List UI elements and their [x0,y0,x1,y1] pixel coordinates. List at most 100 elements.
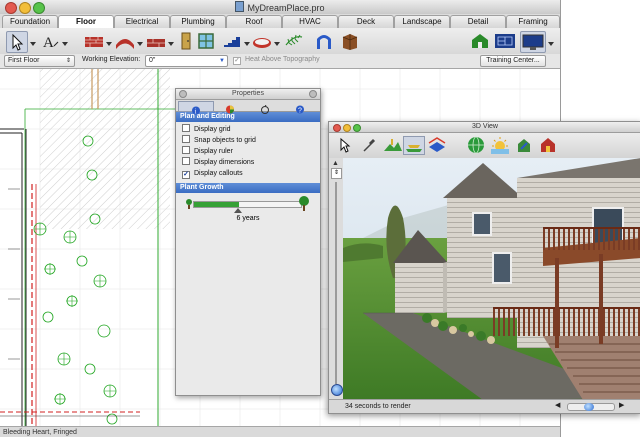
layers-icon[interactable] [427,137,447,153]
tab-floor[interactable]: Floor [58,15,114,28]
camera-icon[interactable] [515,136,533,154]
monitor-icon [522,34,544,50]
properties-title: Properties [232,90,264,97]
house-rendering [343,158,640,400]
palette-close-icon[interactable] [179,90,187,98]
door-tool[interactable] [176,31,196,51]
text-tool[interactable]: A [40,31,60,51]
tab-label: Electrical [125,17,159,26]
select-arrow-tool[interactable] [6,31,28,53]
wall-tool[interactable] [84,31,104,51]
wall-segment-tool[interactable] [146,31,166,51]
chevron-down-icon[interactable] [106,42,112,46]
3d-minimize-button[interactable] [343,124,351,132]
tab-electrical[interactable]: Electrical [114,15,170,28]
tab-info[interactable]: i [178,101,214,116]
tab-framing[interactable]: Framing [506,15,560,28]
tab-help[interactable]: ? [283,101,317,115]
speed-stepper[interactable]: ⇕ [331,168,342,179]
plant-tool[interactable] [284,31,304,51]
elevation-view-button[interactable] [470,31,490,51]
tab-label: Floor [76,17,96,26]
palette-collapse-icon[interactable] [309,90,317,98]
3d-view-window: 3D View ▲ ⇕ 34 seconds to render ◀ ▶ [328,121,640,414]
tab-hvac[interactable]: HVAC [282,15,338,28]
cabinet-tool[interactable] [340,31,360,51]
training-center-button[interactable]: Training Center... [480,55,546,67]
option-label: Display ruler [194,148,233,155]
curved-wall-tool[interactable] [115,31,135,51]
checkbox-box [182,135,190,143]
chevron-down-icon[interactable] [274,42,280,46]
tab-materials[interactable] [213,101,247,114]
up-arrow-icon[interactable]: ▲ [331,160,340,168]
chevron-down-icon[interactable] [30,42,36,46]
scroll-thumb[interactable] [584,403,594,411]
scroll-left-icon[interactable]: ◀ [555,402,563,410]
slider-knob[interactable] [331,384,343,396]
tab-label: Deck [356,17,376,26]
sunlight-icon[interactable] [491,136,509,154]
option-label: Display callouts [194,170,243,177]
growth-slider-fill [194,202,239,207]
title-bar: MyDreamPlace.pro [0,0,560,15]
slider-track [335,182,337,384]
properties-title-bar[interactable]: Properties [176,89,320,100]
tab-deck[interactable]: Deck [338,15,394,28]
tab-foundation[interactable]: Foundation [2,15,58,28]
walk-speed-slider[interactable]: ▲ ⇕ [329,158,344,400]
display-grid-checkbox[interactable]: Display grid [176,124,320,135]
3d-render-scene[interactable] [343,158,640,400]
plan-view-button[interactable] [494,31,516,51]
bathtub-icon [253,38,271,48]
wall-segment-icon [147,39,165,47]
growth-slider-track[interactable] [193,201,302,208]
display-dimensions-checkbox[interactable]: Display dimensions [176,157,320,168]
apple-icon [261,104,269,114]
tab-roof[interactable]: Roof [226,15,282,28]
3d-close-button[interactable] [333,124,341,132]
chevron-down-icon[interactable] [137,42,143,46]
tab-label: Foundation [9,17,51,26]
stairs-tool[interactable] [222,31,242,51]
fixture-tool[interactable] [252,31,272,51]
chevron-down-icon[interactable] [62,42,68,46]
floor-select[interactable]: First Floor ⇕ [4,55,75,67]
brick-wall-icon [85,37,103,47]
plant-growth-header: Plant Growth [176,183,320,193]
window-title: MyDreamPlace.pro [0,1,560,13]
growth-slider-thumb[interactable] [233,208,242,213]
terrain-icon[interactable] [383,137,403,153]
tab-detail[interactable]: Detail [450,15,506,28]
info-icon: i [192,106,200,116]
tab-objects[interactable] [248,101,282,114]
house-render-icon[interactable] [539,136,557,154]
tab-plumbing[interactable]: Plumbing [170,15,226,28]
3d-view-title: 3D View [472,123,498,130]
option-label: Snap objects to grid [194,137,256,144]
tab-label: Plumbing [181,17,215,26]
3d-view-title-bar[interactable]: 3D View [329,122,640,133]
3d-view-button[interactable] [520,31,546,53]
window-tool[interactable] [196,31,216,51]
eyedropper-icon[interactable] [361,137,377,153]
large-tree-icon [299,196,309,211]
pointer-icon[interactable] [337,137,353,153]
chevron-down-icon[interactable] [168,42,174,46]
elevation-value: 0" [149,57,156,64]
horizontal-scrollbar[interactable] [567,403,615,411]
snap-to-grid-checkbox[interactable]: Snap objects to grid [176,135,320,146]
chevron-down-icon[interactable] [548,42,554,46]
display-ruler-checkbox[interactable]: Display ruler [176,146,320,157]
3d-zoom-button[interactable] [353,124,361,132]
display-callouts-checkbox[interactable]: ✓ Display callouts [176,168,320,179]
height-topo-checkbox[interactable]: ✓ Heat Above Topography [233,56,320,65]
chevron-down-icon[interactable] [244,42,250,46]
scroll-right-icon[interactable]: ▶ [619,402,627,410]
globe-icon[interactable] [467,136,485,154]
walkthrough-icon[interactable] [403,136,425,155]
plant-growth-control: 6 years [176,193,320,233]
elevation-field[interactable]: 0" ▼ [145,55,228,67]
tab-landscape[interactable]: Landscape [394,15,450,28]
arch-tool[interactable] [314,31,334,51]
